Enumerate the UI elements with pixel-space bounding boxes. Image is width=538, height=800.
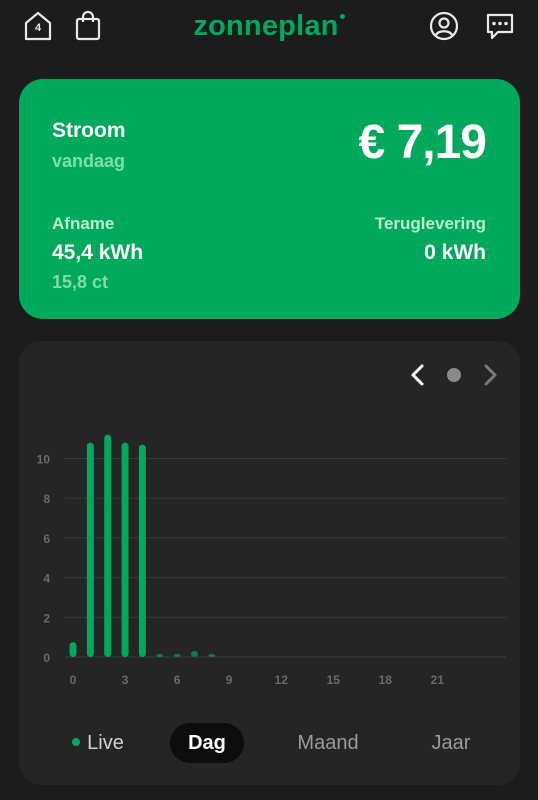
x-tick-label: 18 [379, 673, 393, 687]
card-title: Stroom [52, 119, 126, 142]
y-tick-label: 8 [43, 492, 50, 506]
afname-price: 15,8 ct [52, 272, 109, 292]
bar-hour-5 [156, 654, 164, 657]
y-tick-label: 10 [37, 453, 51, 467]
tab-live-label: Live [87, 732, 124, 754]
bar-hour-0 [69, 642, 77, 657]
top-bar: 4 zonneplan [0, 0, 538, 54]
bar-hour-8 [208, 654, 216, 657]
period-tabs: Live Dag Maand Jaar [19, 719, 520, 767]
card-subtitle: vandaag [52, 151, 126, 171]
x-tick-label: 6 [174, 673, 181, 687]
chat-icon[interactable] [484, 10, 516, 42]
afname-value: 45,4 kWh [52, 241, 144, 264]
x-tick-label: 3 [122, 673, 129, 687]
y-tick-label: 4 [43, 572, 50, 586]
afname-label: Afname [52, 214, 115, 233]
bar-hour-2 [104, 434, 112, 657]
x-tick-label: 12 [275, 673, 289, 687]
logo-text: zonneplan [193, 10, 339, 42]
y-tick-label: 6 [43, 532, 50, 546]
tab-jaar-label: Jaar [431, 732, 471, 754]
hourly-usage-bar-chart: 0 2 4 6 8 10 0 3 6 9 12 15 18 21 [37, 434, 506, 687]
bar-hour-3 [121, 442, 129, 657]
teruglevering-label: Teruglevering [374, 214, 486, 233]
bar-hour-4 [138, 444, 146, 657]
x-tick-label: 0 [70, 673, 77, 687]
y-tick-label: 0 [43, 651, 50, 665]
live-indicator-dot [72, 738, 81, 747]
y-tick-label: 2 [43, 611, 50, 625]
x-tick-label: 9 [226, 673, 233, 687]
x-tick-label: 15 [327, 673, 341, 687]
bar-hour-6 [173, 654, 181, 657]
tab-maand[interactable]: Maand [285, 723, 371, 763]
profile-icon[interactable] [428, 10, 460, 42]
electricity-summary-card[interactable]: Stroom vandaag € 7,19 Afname 45,4 kWh 15… [19, 79, 520, 319]
x-tick-label: 21 [431, 673, 445, 687]
bar-hour-1 [86, 442, 94, 657]
logo-dot [339, 14, 345, 19]
tab-maand-label: Maand [297, 732, 359, 754]
usage-chart-card: 0 2 4 6 8 10 0 3 6 9 12 15 18 21 Live Dag Maand Jaar [19, 341, 520, 785]
tab-dag-label: Dag [188, 732, 226, 754]
tab-live[interactable]: Live [63, 723, 133, 763]
tab-dag[interactable]: Dag [170, 723, 244, 763]
teruglevering-value: 0 kWh [424, 241, 486, 264]
total-cost: € 7,19 [358, 116, 487, 169]
tab-jaar[interactable]: Jaar [416, 723, 486, 763]
bar-hour-7 [190, 651, 198, 657]
